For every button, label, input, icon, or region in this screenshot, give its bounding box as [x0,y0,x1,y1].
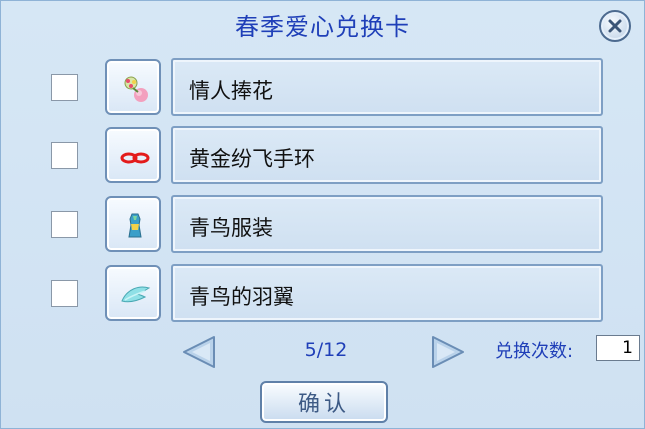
item-icon-slot[interactable] [105,127,161,183]
item-checkbox[interactable] [51,280,78,307]
page-indicator: 5/12 [304,339,348,361]
item-name-box[interactable]: 青鸟服装 [171,195,603,253]
confirm-button[interactable]: 确认 [260,381,388,423]
list-item: 黄金纷飞手环 [1,126,645,188]
prev-page-arrow-icon[interactable] [181,335,217,369]
item-name-box[interactable]: 青鸟的羽翼 [171,264,603,322]
exchange-card-dialog: 春季爱心兑换卡 情人捧花 黄金纷飞手环 青鸟服装 青鸟的羽翼 5/12 兑换次数… [0,0,645,429]
item-icon-slot[interactable] [105,265,161,321]
red-bracelet-icon [120,152,150,164]
feather-wing-icon [121,286,151,303]
exchange-count-label: 兑换次数: [495,341,574,362]
item-name-box[interactable]: 黄金纷飞手环 [171,126,603,184]
item-checkbox[interactable] [51,142,78,169]
flower-bouquet-icon [124,76,148,102]
item-name: 黄金纷飞手环 [189,147,315,171]
exchange-count-input[interactable] [596,335,640,361]
dialog-title: 春季爱心兑换卡 [235,13,410,41]
next-page-arrow-icon[interactable] [430,335,466,369]
item-name: 青鸟服装 [189,216,273,240]
item-icon-slot[interactable] [105,196,161,252]
item-name: 青鸟的羽翼 [189,285,294,309]
close-icon [608,19,622,33]
list-item: 青鸟服装 [1,195,645,257]
item-checkbox[interactable] [51,211,78,238]
item-icon-slot[interactable] [105,59,161,115]
bird-costume-icon [128,213,142,238]
item-checkbox[interactable] [51,74,78,101]
item-name: 情人捧花 [189,79,273,103]
item-name-box[interactable]: 情人捧花 [171,58,603,116]
list-item: 青鸟的羽翼 [1,264,645,326]
close-button[interactable] [599,10,631,42]
list-item: 情人捧花 [1,58,645,120]
